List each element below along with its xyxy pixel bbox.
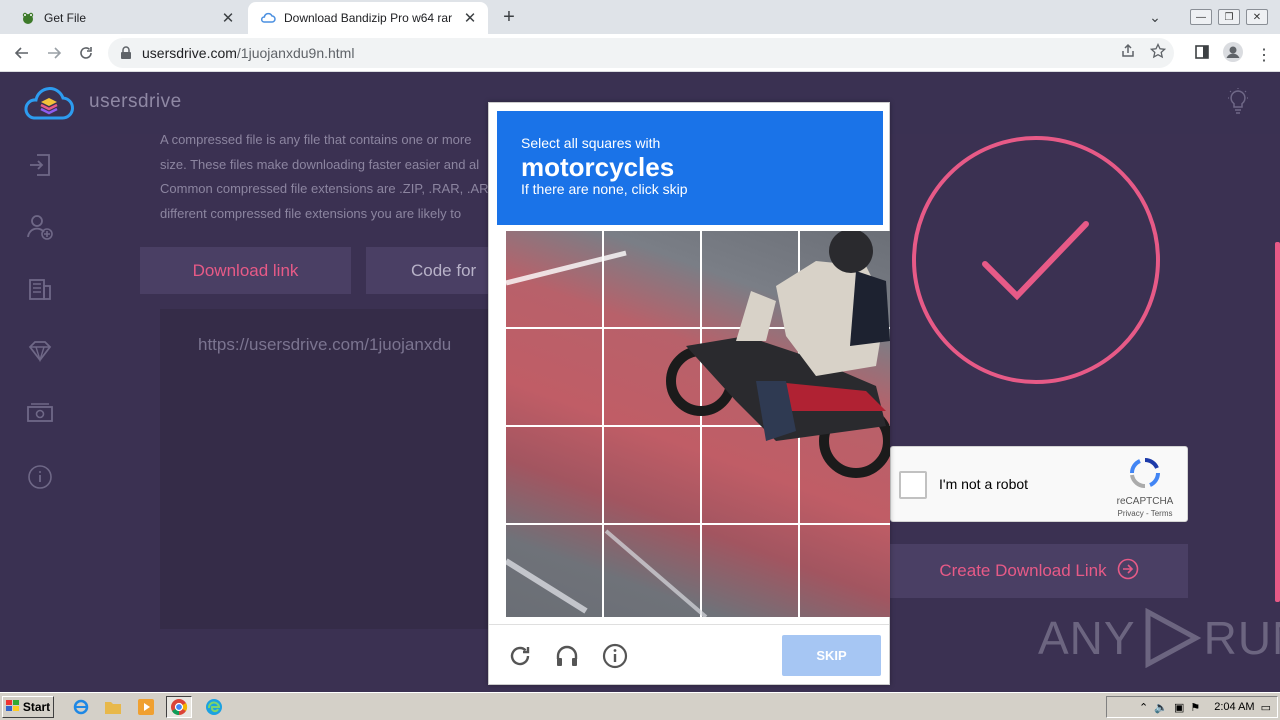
tab-search-chevron-icon[interactable]: ⌄ — [1145, 9, 1165, 26]
recaptcha-anchor: I'm not a robot reCAPTCHA Privacy - Term… — [890, 446, 1188, 522]
restore-button[interactable]: ❐ — [1218, 9, 1240, 25]
share-icon[interactable] — [1120, 43, 1136, 64]
download-url-text[interactable]: https://usersdrive.com/1juojanxdu — [198, 335, 451, 355]
stats-building-icon[interactable] — [25, 274, 55, 304]
start-button[interactable]: Start — [2, 696, 54, 718]
recaptcha-challenge: Select all squares with motorcycles If t… — [488, 102, 890, 685]
side-panel-icon[interactable] — [1194, 44, 1210, 65]
recaptcha-brand: reCAPTCHA — [1116, 496, 1174, 507]
not-a-robot-checkbox[interactable] — [899, 471, 927, 499]
lightbulb-icon[interactable] — [1226, 88, 1250, 121]
challenge-header: Select all squares with motorcycles If t… — [497, 111, 883, 225]
link-panel — [160, 309, 500, 629]
lock-icon[interactable] — [120, 46, 134, 60]
help-info-icon[interactable] — [602, 643, 628, 669]
notification-icon[interactable]: ▭ — [1261, 701, 1271, 714]
arrow-circle-right-icon — [1117, 558, 1139, 585]
tab-title: Get File — [44, 11, 87, 25]
create-download-link-button[interactable]: Create Download Link — [890, 544, 1188, 598]
flag-icon[interactable]: ⚑ — [1190, 701, 1200, 714]
close-tab-icon[interactable]: ✕ — [460, 8, 480, 28]
volume-icon[interactable]: 🔈 — [1154, 701, 1168, 714]
explorer-taskbar-icon[interactable] — [100, 696, 126, 718]
recaptcha-logo: reCAPTCHA Privacy - Terms — [1115, 457, 1175, 518]
edge-taskbar-icon[interactable] — [201, 696, 227, 718]
window-controls: ⌄ — ❐ ✕ — [1145, 0, 1280, 34]
forward-arrow-icon[interactable] — [42, 41, 66, 65]
menu-kebab-icon[interactable]: ⋮ — [1256, 45, 1272, 65]
address-bar[interactable]: usersdrive.com/1juojanxdu9n.html — [108, 38, 1174, 68]
toolbar-right-actions: ⋮ — [1194, 41, 1272, 68]
profile-avatar-icon[interactable] — [1222, 41, 1244, 68]
watermark-right: RUN — [1203, 612, 1280, 664]
site-name[interactable]: usersdrive — [89, 91, 182, 113]
diamond-icon[interactable] — [25, 336, 55, 366]
skip-button[interactable]: SKIP — [782, 635, 881, 676]
not-a-robot-label[interactable]: I'm not a robot — [939, 476, 1028, 492]
browser-toolbar: usersdrive.com/1juojanxdu9n.html ⋮ — [0, 34, 1280, 72]
challenge-instruction: Select all squares with — [521, 135, 661, 151]
url-path: /1juojanxdu9n.html — [236, 45, 355, 61]
tray-expand-icon[interactable]: ⌃ — [1139, 701, 1148, 714]
info-icon[interactable] — [25, 462, 55, 492]
motorcycle-rider-image — [506, 231, 890, 617]
network-icon[interactable]: ▣ — [1174, 701, 1184, 714]
play-triangle-icon — [1145, 608, 1201, 668]
windows-taskbar: Start ⌃ 🔈 ▣ ⚑ 2:04 AM ▭ — [0, 692, 1280, 720]
close-tab-icon[interactable]: ✕ — [218, 8, 238, 28]
page-scrollbar[interactable] — [1275, 242, 1280, 602]
audio-challenge-icon[interactable] — [554, 643, 580, 669]
windows-flag-icon — [5, 699, 20, 715]
money-icon[interactable] — [25, 398, 55, 428]
usersdrive-logo-icon[interactable] — [22, 84, 76, 124]
challenge-skip-hint: If there are none, click skip — [521, 181, 688, 197]
reload-icon[interactable] — [74, 41, 98, 65]
back-arrow-icon[interactable] — [10, 41, 34, 65]
sidebar — [0, 134, 80, 692]
ie-taskbar-icon[interactable] — [68, 696, 94, 718]
media-player-taskbar-icon[interactable] — [133, 696, 159, 718]
reload-challenge-icon[interactable] — [507, 643, 533, 669]
url-domain: usersdrive.com — [142, 45, 237, 61]
tab-download-bandizip[interactable]: Download Bandizip Pro w64 rar ✕ — [248, 2, 488, 34]
challenge-footer: SKIP — [489, 624, 889, 684]
frog-favicon-icon — [20, 10, 36, 26]
omnibox-actions — [1120, 38, 1167, 68]
download-link-button[interactable]: Download link — [140, 247, 351, 294]
login-icon[interactable] — [25, 150, 55, 180]
success-check-icon — [910, 134, 1162, 386]
anyrun-watermark: ANY RUN — [1038, 608, 1280, 668]
system-tray: ⌃ 🔈 ▣ ⚑ 2:04 AM ▭ — [1106, 696, 1278, 718]
tab-title: Download Bandizip Pro w64 rar — [284, 11, 453, 25]
tab-get-file[interactable]: Get File ✕ — [8, 2, 246, 34]
close-window-button[interactable]: ✕ — [1246, 9, 1268, 25]
chrome-taskbar-icon[interactable] — [166, 696, 192, 718]
cloud-favicon-icon — [260, 10, 276, 26]
start-label: Start — [22, 700, 51, 714]
recaptcha-arrows-icon — [1129, 458, 1161, 493]
add-user-icon[interactable] — [25, 212, 55, 242]
new-tab-button[interactable]: + — [498, 6, 520, 28]
challenge-target: motorcycles — [521, 152, 675, 182]
clock[interactable]: 2:04 AM — [1214, 701, 1254, 713]
watermark-left: ANY — [1038, 612, 1136, 664]
minimize-button[interactable]: — — [1190, 9, 1212, 25]
bookmark-star-icon[interactable] — [1149, 42, 1167, 64]
browser-tabstrip: Get File ✕ Download Bandizip Pro w64 rar… — [0, 0, 1280, 34]
create-download-link-label: Create Download Link — [939, 561, 1107, 580]
url-text: usersdrive.com/1juojanxdu9n.html — [142, 45, 354, 61]
recaptcha-legal-links[interactable]: Privacy - Terms — [1115, 509, 1175, 518]
